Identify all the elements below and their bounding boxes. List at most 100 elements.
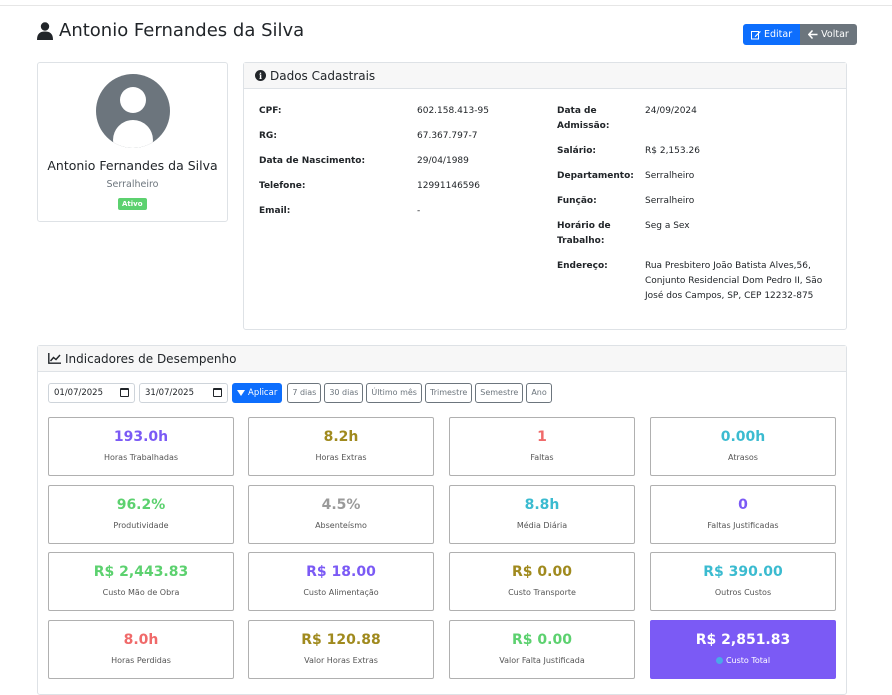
metric-value: 0.00h [720, 429, 766, 445]
metric-label: Custo Alimentação [303, 588, 379, 597]
address-label: Endereço: [557, 261, 608, 271]
salary-value: R$ 2,153.26 [645, 146, 700, 156]
range-quarter-button[interactable]: Trimestre [424, 382, 473, 403]
top-divider [0, 5, 892, 6]
info-icon: i [255, 70, 266, 81]
info-card-header: i Dados Cadastrais [244, 63, 846, 89]
metric-label: Horas Trabalhadas [103, 453, 179, 462]
edit-button[interactable]: Editar [743, 24, 801, 45]
back-button-label: Voltar [821, 29, 849, 40]
department-label: Departamento: [557, 171, 634, 181]
work-hours-label: Horário de Trabalho: [557, 221, 611, 246]
metric-label: Horas Extras [315, 453, 367, 462]
edit-icon [751, 30, 761, 39]
metric-label: Faltas [530, 453, 554, 462]
rg-label: RG: [259, 131, 277, 141]
metric-label: Valor Falta Justificada [499, 656, 585, 665]
metric-card: 0 Faltas Justificadas [650, 485, 836, 544]
metric-label: Valor Horas Extras [304, 656, 378, 665]
page-title: Antonio Fernandes da Silva [37, 20, 304, 41]
metric-label: Atrasos [728, 453, 758, 462]
metric-value: 96.2% [116, 497, 166, 513]
filter-bar: 01/07/2025 31/07/2025 Aplicar 7 dias 30 … [48, 382, 555, 403]
metric-value: R$ 120.88 [301, 632, 381, 648]
status-badge: Ativo [118, 198, 147, 210]
email-label: Email: [259, 206, 291, 216]
metric-label: Absenteísmo [315, 521, 367, 530]
calendar-icon[interactable] [213, 388, 222, 397]
metric-label: Outros Custos [714, 588, 772, 597]
kpi-card: Indicadores de Desempenho 01/07/2025 31/… [37, 345, 847, 695]
admission-value: 24/09/2024 [645, 106, 697, 116]
metric-card: R$ 390.00 Outros Custos [650, 552, 836, 611]
metric-value: 8.2h [323, 429, 359, 445]
header-actions: Editar Voltar [743, 24, 857, 45]
apply-button[interactable]: Aplicar [232, 382, 283, 403]
calendar-icon[interactable] [120, 388, 129, 397]
metric-value: 193.0h [113, 429, 169, 445]
address-value: Rua Presbitero João Batista Alves,56, Co… [645, 261, 823, 301]
coin-icon [715, 657, 723, 664]
metric-value: 8.8h [524, 497, 560, 513]
range-semester-button[interactable]: Semestre [475, 382, 524, 403]
function-value: Serralheiro [645, 196, 695, 206]
info-card: i Dados Cadastrais CPF: 602.158.413-95 R… [243, 62, 847, 330]
cpf-value: 602.158.413-95 [417, 106, 489, 116]
start-date-input[interactable]: 01/07/2025 [48, 382, 135, 403]
metric-label: Custo Total [651, 656, 835, 665]
metric-card: R$ 2,851.83 Custo Total [650, 620, 836, 679]
range-7-days-button[interactable]: 7 dias [287, 382, 322, 403]
phone-value: 12991146596 [417, 181, 480, 191]
kpi-card-title: Indicadores de Desempenho [65, 351, 237, 366]
metric-card: R$ 18.00 Custo Alimentação [248, 552, 434, 611]
metric-label: Horas Perdidas [111, 656, 171, 665]
info-card-title: Dados Cadastrais [270, 68, 376, 83]
arrow-left-icon [808, 30, 818, 39]
metric-card: 193.0h Horas Trabalhadas [48, 417, 234, 476]
metric-value: R$ 2,851.83 [695, 632, 791, 648]
metric-card: 1 Faltas [449, 417, 635, 476]
profile-name: Antonio Fernandes da Silva [47, 158, 218, 173]
phone-label: Telefone: [259, 181, 306, 191]
metric-value: R$ 2,443.83 [93, 564, 189, 580]
metric-value: 0 [738, 497, 748, 513]
salary-label: Salário: [557, 146, 597, 156]
end-date-input[interactable]: 31/07/2025 [139, 382, 228, 403]
email-value: - [417, 206, 421, 216]
profile-card: Antonio Fernandes da Silva Serralheiro A… [37, 62, 228, 222]
function-label: Função: [557, 196, 597, 206]
profile-role: Serralheiro [106, 179, 159, 190]
metric-label: Faltas Justificadas [707, 521, 779, 530]
birthdate-label: Data de Nascimento: [259, 156, 366, 166]
metric-card: 8.2h Horas Extras [248, 417, 434, 476]
range-30-days-button[interactable]: 30 dias [324, 382, 364, 403]
metric-value: 1 [537, 429, 547, 445]
work-hours-value: Seg a Sex [645, 221, 690, 231]
metric-value: 8.0h [123, 632, 159, 648]
metric-card: 8.8h Média Diária [449, 485, 635, 544]
metric-card: R$ 0.00 Valor Falta Justificada [449, 620, 635, 679]
metric-card: R$ 2,443.83 Custo Mão de Obra [48, 552, 234, 611]
range-last-month-button[interactable]: Último mês [366, 382, 422, 403]
person-icon [37, 21, 53, 40]
metric-card: 8.0h Horas Perdidas [48, 620, 234, 679]
metric-label: Custo Transporte [508, 588, 576, 597]
metric-value: R$ 390.00 [703, 564, 783, 580]
metric-label: Produtividade [113, 521, 169, 530]
metric-value: R$ 0.00 [512, 632, 572, 648]
page-title-text: Antonio Fernandes da Silva [59, 20, 305, 41]
metric-card: 0.00h Atrasos [650, 417, 836, 476]
line-chart-icon [48, 353, 61, 364]
kpi-card-header: Indicadores de Desempenho [38, 346, 846, 372]
filter-icon [237, 389, 245, 396]
metric-value: 4.5% [321, 497, 361, 513]
metric-card: 96.2% Produtividade [48, 485, 234, 544]
back-button[interactable]: Voltar [800, 24, 857, 45]
admission-label: Data de Admissão: [557, 106, 610, 131]
metric-value: R$ 18.00 [306, 564, 376, 580]
range-year-button[interactable]: Ano [526, 382, 552, 403]
metric-card: R$ 120.88 Valor Horas Extras [248, 620, 434, 679]
department-value: Serralheiro [645, 171, 695, 181]
cpf-label: CPF: [259, 106, 282, 116]
metric-label: Custo Mão de Obra [102, 588, 180, 597]
